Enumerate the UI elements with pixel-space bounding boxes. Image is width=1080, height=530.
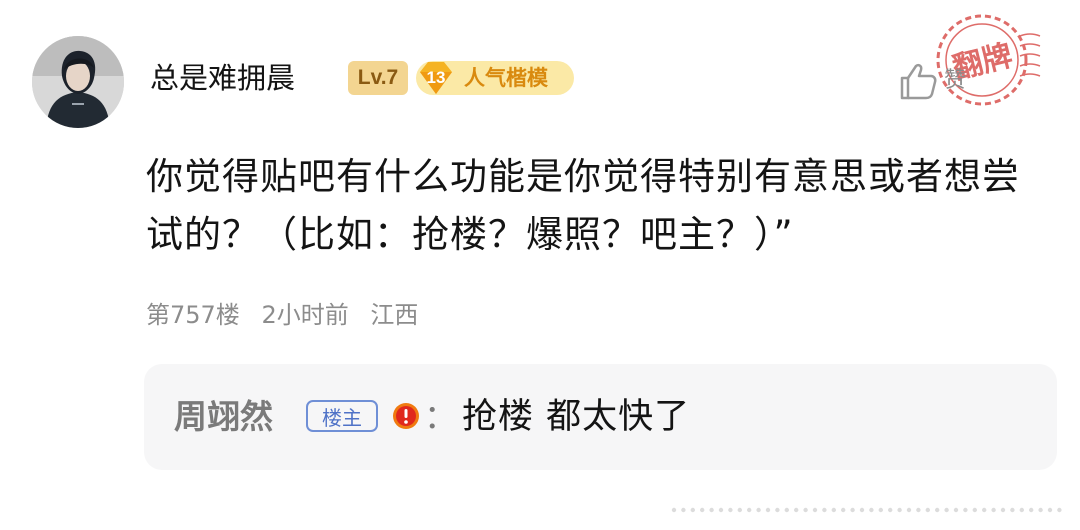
floor-number: 第757楼 [146,301,240,329]
reply-author[interactable]: 周翊然 [174,394,273,440]
reply-colon: ： [424,397,457,436]
popularity-level: 13 [426,68,446,87]
post-time: 2小时前 [261,301,349,329]
level-badge: Lv.7 [348,61,408,95]
post-location: 江西 [370,301,419,329]
reply-text: 抢楼 都太快了 [462,397,691,437]
fanpai-stamp-logo: 翻牌 [936,14,1041,106]
thread-owner-badge: 楼主 [306,400,378,432]
post-content: 你觉得贴吧有什么功能是你觉得特别有意思或者想尝试的？（比如：抢楼？爆照？吧主？）… [146,155,1020,256]
reply-preview[interactable]: 周翊然 楼主 ： 抢楼 都太快了 [144,364,1057,470]
warning-circle-icon [393,403,419,429]
post-meta: 第757楼 2小时前 江西 [146,298,432,332]
username[interactable]: 总是难拥晨 [150,58,295,98]
popularity-title: 人气楷模 [464,66,548,90]
thumbs-up-icon[interactable] [894,58,940,104]
user-avatar[interactable] [32,36,124,128]
like-label[interactable]: 赞 [944,62,966,94]
decorative-dot-pattern [671,507,1062,513]
popularity-badge: 13 人气楷模 [416,61,574,95]
